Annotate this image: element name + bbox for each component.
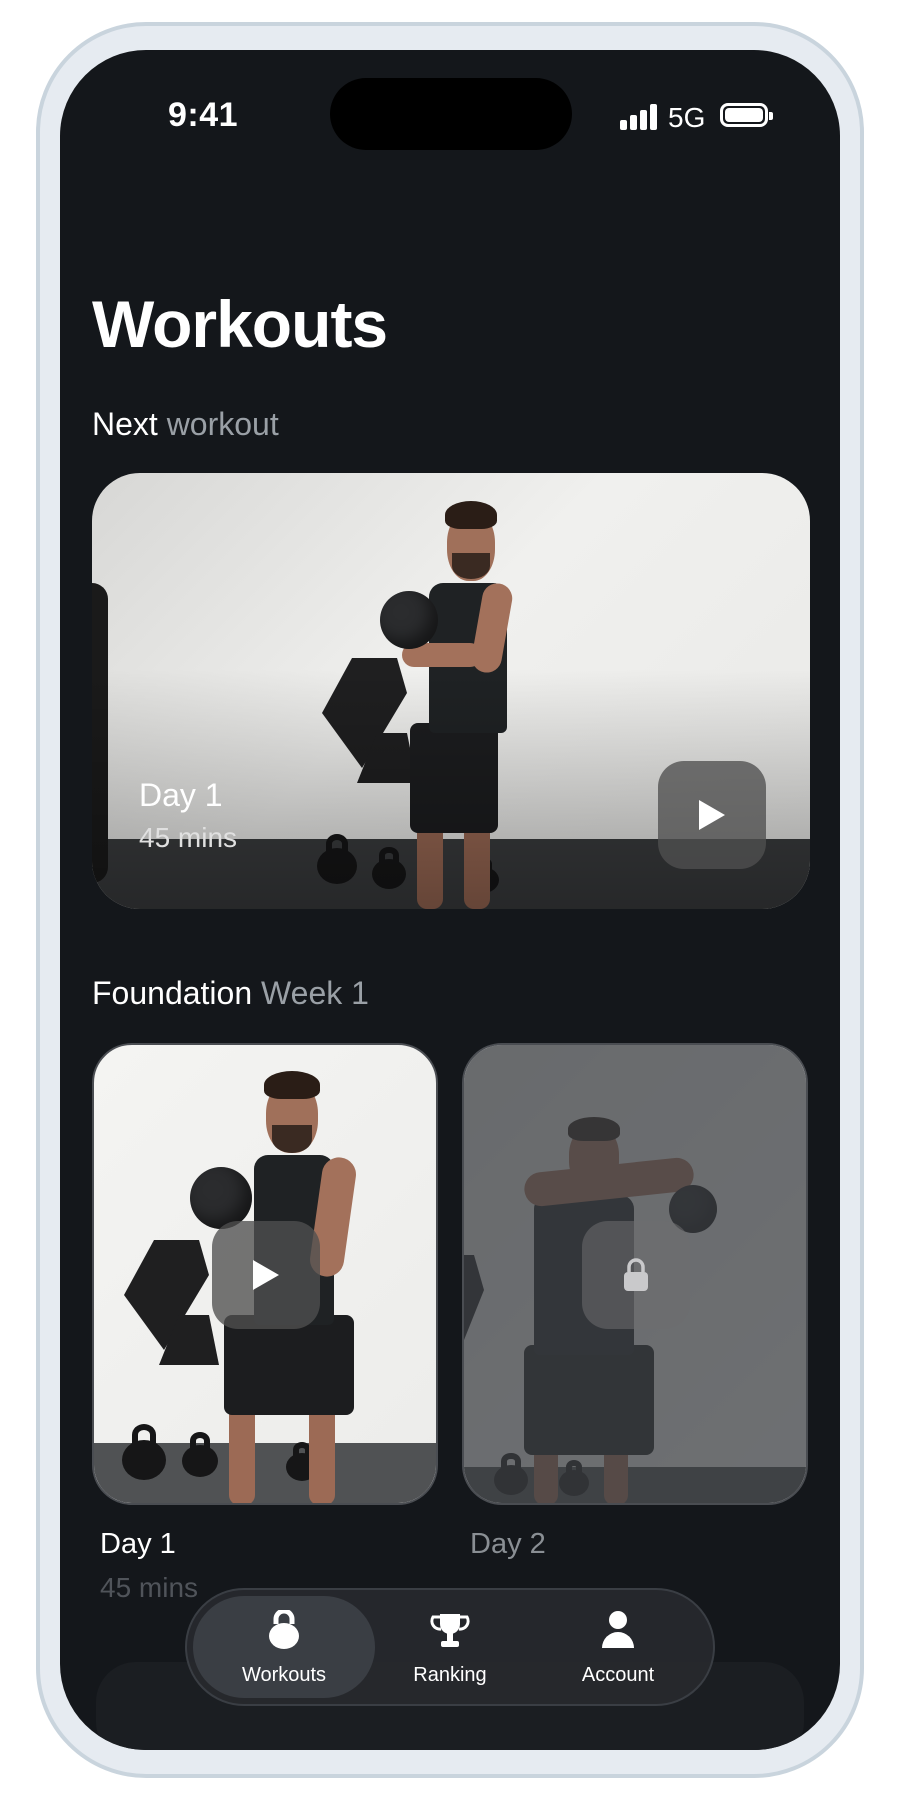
program-heading: Foundation Week 1 bbox=[92, 975, 369, 1012]
athlete-leg bbox=[309, 1405, 335, 1503]
dynamic-island bbox=[330, 78, 572, 150]
athlete-beard bbox=[272, 1125, 312, 1153]
play-icon bbox=[699, 800, 725, 830]
day-1-title: Day 1 bbox=[100, 1528, 176, 1560]
tab-ranking-label: Ranking bbox=[413, 1664, 487, 1686]
held-kettlebell bbox=[190, 1167, 252, 1229]
program-heading-muted: Week 1 bbox=[261, 975, 369, 1011]
play-button[interactable] bbox=[212, 1221, 320, 1329]
next-workout-heading-strong: Next bbox=[92, 406, 158, 442]
page-title: Workouts bbox=[92, 287, 388, 361]
signal-icon bbox=[620, 104, 660, 130]
tab-account[interactable]: Account bbox=[527, 1596, 709, 1698]
lock-icon bbox=[624, 1258, 648, 1291]
tab-ranking[interactable]: Ranking bbox=[359, 1596, 541, 1698]
app-screen: 9:41 5G Workouts Next workout Day 1 45 m… bbox=[60, 50, 840, 1750]
tab-bar: Workouts Ranking Account bbox=[185, 1588, 715, 1706]
athlete-leg bbox=[229, 1405, 255, 1503]
next-workout-card[interactable]: Day 1 45 mins bbox=[92, 473, 810, 909]
play-button[interactable] bbox=[658, 761, 766, 869]
kettlebell-icon bbox=[269, 1610, 299, 1649]
next-workout-title: Day 1 bbox=[139, 777, 223, 813]
next-workout-duration: 45 mins bbox=[139, 822, 238, 853]
lock-badge bbox=[582, 1221, 690, 1329]
kettlebell-prop bbox=[122, 1424, 166, 1480]
tab-account-label: Account bbox=[581, 1664, 655, 1686]
day-card-day-2[interactable] bbox=[462, 1043, 808, 1505]
athlete-hair bbox=[264, 1071, 320, 1099]
network-label: 5G bbox=[668, 102, 706, 133]
person-icon bbox=[602, 1611, 634, 1648]
day-card-day-1[interactable] bbox=[92, 1043, 438, 1505]
athlete-shorts bbox=[224, 1315, 354, 1415]
day-2-title: Day 2 bbox=[470, 1528, 546, 1560]
tab-workouts-label: Workouts bbox=[241, 1664, 327, 1686]
next-workout-heading-muted: workout bbox=[166, 406, 279, 442]
status-time: 9:41 bbox=[168, 96, 239, 134]
next-workout-heading: Next workout bbox=[92, 406, 279, 443]
day-1-duration: 45 mins bbox=[100, 1572, 199, 1603]
play-icon bbox=[253, 1260, 279, 1290]
trophy-icon bbox=[430, 1614, 470, 1647]
tab-workouts[interactable]: Workouts bbox=[193, 1596, 375, 1698]
kettlebell-prop bbox=[182, 1432, 218, 1477]
battery-icon bbox=[720, 103, 773, 127]
program-heading-strong: Foundation bbox=[92, 975, 253, 1011]
